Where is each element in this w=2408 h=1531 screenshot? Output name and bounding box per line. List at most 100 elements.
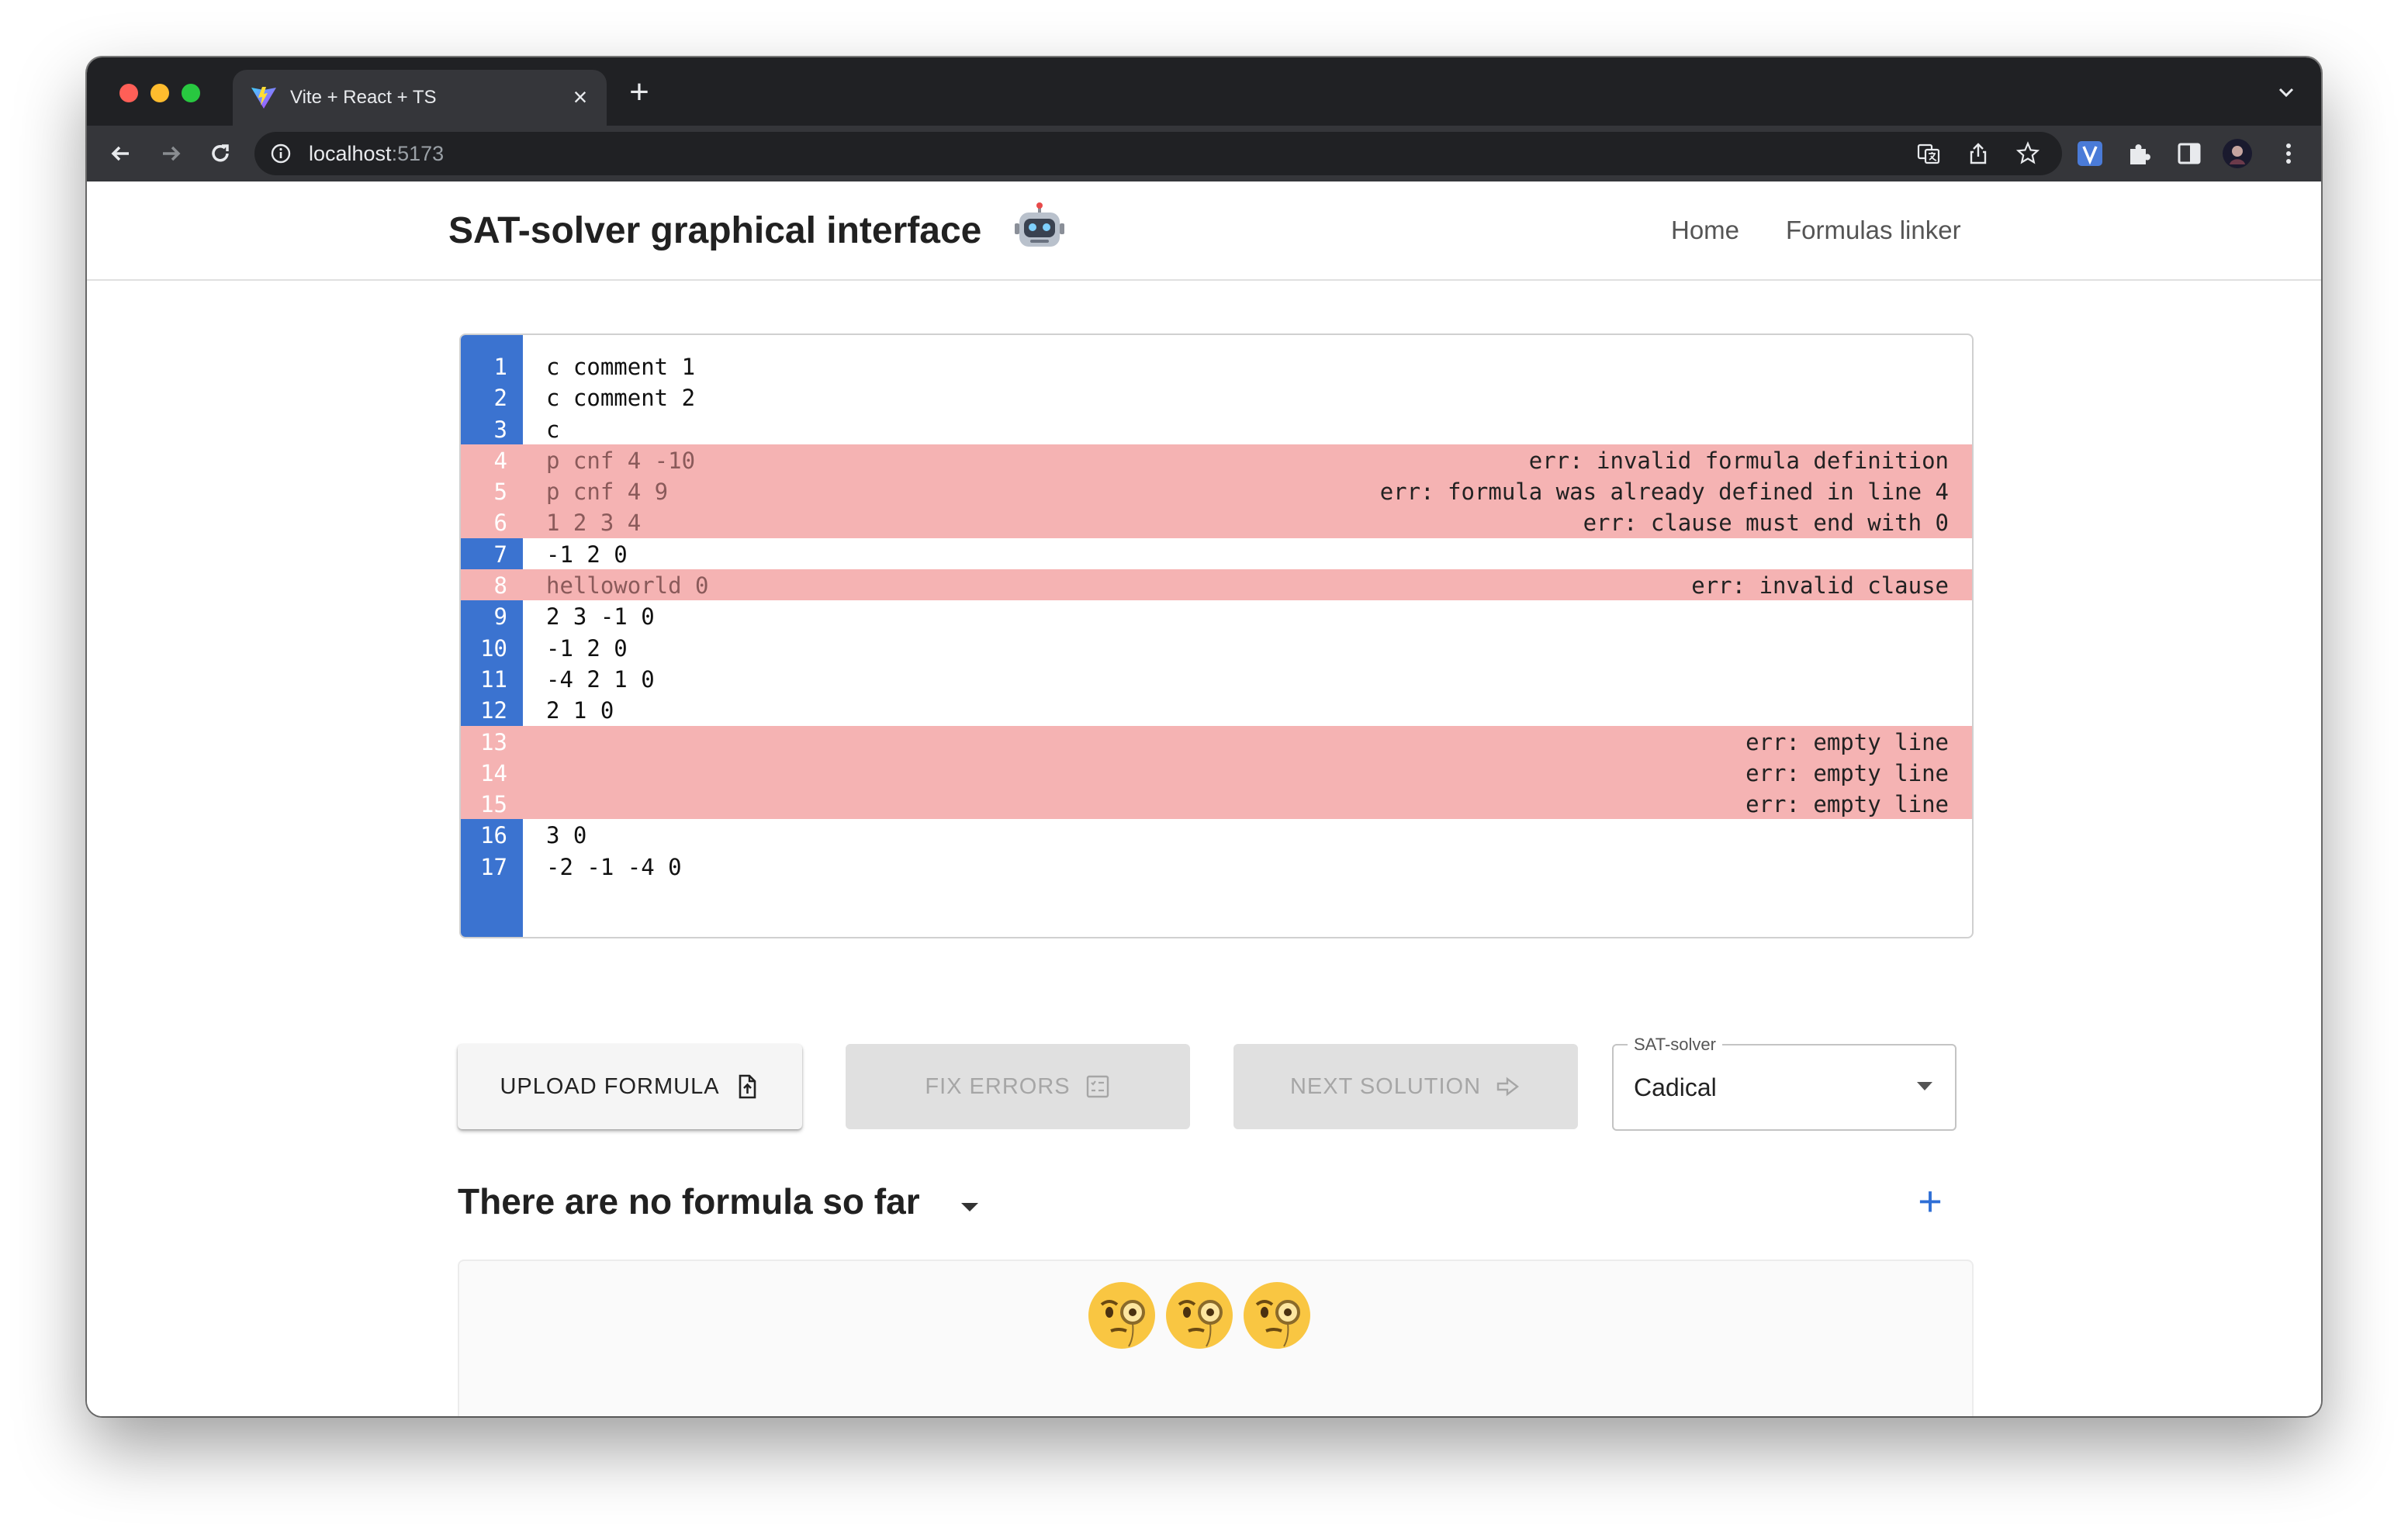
empty-state-emojis <box>1086 1280 1334 1350</box>
share-icon[interactable] <box>1966 141 1991 166</box>
sat-solver-value: Cadical <box>1634 1073 1717 1101</box>
sat-solver-label: SAT-solver <box>1628 1035 1722 1055</box>
editor-line[interactable]: 16 3 0 <box>461 819 1972 850</box>
star-icon[interactable] <box>2015 141 2040 166</box>
nav-home-link[interactable]: Home <box>1671 216 1739 245</box>
line-number: 16 <box>480 822 507 849</box>
line-error-message: err: empty line <box>1745 728 1949 755</box>
editor-line[interactable]: 10 -1 2 0 <box>461 632 1972 663</box>
chevron-down-icon[interactable] <box>2275 81 2298 104</box>
line-content: p cnf 4 9 <box>546 479 669 506</box>
reload-icon[interactable] <box>205 138 236 169</box>
line-number: 1 <box>493 354 507 380</box>
line-number: 3 <box>493 416 507 443</box>
line-content: helloworld 0 <box>546 572 709 600</box>
next-solution-label: NEXT SOLUTION <box>1289 1073 1482 1099</box>
address-bar[interactable]: localhost:5173 <box>254 132 2062 175</box>
forward-arrow-icon[interactable] <box>155 138 186 169</box>
url-host: localhost <box>309 142 392 165</box>
line-content: 2 1 0 <box>546 697 614 724</box>
line-content: -4 2 1 0 <box>546 665 655 693</box>
editor-line[interactable]: 2 c comment 2 <box>461 382 1972 413</box>
arrow-right-icon <box>1496 1077 1520 1097</box>
vite-logo-icon <box>251 87 276 109</box>
line-number: 6 <box>493 510 507 537</box>
editor-line-error[interactable]: 4 p cnf 4 -10 err: invalid formula definit… <box>461 444 1972 476</box>
add-formula-button[interactable]: + <box>1907 1179 1953 1225</box>
file-upload-icon <box>739 1074 756 1099</box>
line-number: 11 <box>480 665 507 693</box>
line-error-message: err: invalid clause <box>1691 572 1949 600</box>
app-title: SAT-solver graphical interface <box>448 210 982 251</box>
face-with-monocle-icon <box>1166 1282 1233 1349</box>
tab-title: Vite + React + TS <box>290 87 437 108</box>
back-arrow-icon[interactable] <box>106 138 137 169</box>
line-content: -1 2 0 <box>546 541 628 568</box>
side-panel-icon[interactable] <box>2174 138 2205 169</box>
editor-line-error[interactable]: 13 err: empty line <box>461 725 1972 757</box>
line-number: 17 <box>480 853 507 880</box>
profile-avatar-icon[interactable] <box>2222 138 2253 169</box>
editor-line-error[interactable]: 15 err: empty line <box>461 788 1972 820</box>
editor-line[interactable]: 9 2 3 -1 0 <box>461 600 1972 631</box>
line-number: 9 <box>493 603 507 631</box>
line-content: 2 3 -1 0 <box>546 603 655 631</box>
new-tab-button[interactable]: + <box>622 75 656 110</box>
line-number: 7 <box>493 541 507 568</box>
tab-bar: Vite + React + TS × + <box>87 57 2321 126</box>
face-with-monocle-icon <box>1244 1282 1310 1349</box>
translate-icon[interactable] <box>1916 141 1941 166</box>
editor-line[interactable]: 3c <box>461 413 1972 444</box>
editor-line[interactable]: 11 -4 2 1 0 <box>461 663 1972 694</box>
line-number: 10 <box>480 634 507 662</box>
tab-active[interactable]: Vite + React + TS × <box>233 70 607 126</box>
url-text: localhost:5173 <box>309 142 444 166</box>
sat-solver-select[interactable]: SAT-solver Cadical <box>1612 1035 1956 1131</box>
line-error-message: err: empty line <box>1745 791 1949 818</box>
line-number: 12 <box>480 697 507 724</box>
fix-errors-button[interactable]: FIX ERRORS <box>846 1044 1190 1129</box>
page-content: SAT-solver graphical interface Home Form… <box>87 181 2321 1416</box>
editor-line[interactable]: 12 2 1 0 <box>461 694 1972 725</box>
caret-down-icon[interactable] <box>960 1202 979 1213</box>
line-number: 15 <box>480 791 507 818</box>
close-tab-icon[interactable]: × <box>566 84 594 112</box>
editor-line-error[interactable]: 5 p cnf 4 9 err: formula was already defin… <box>461 475 1972 507</box>
line-content: 1 2 3 4 <box>546 510 642 537</box>
line-content: c comment 1 <box>546 354 696 380</box>
puzzle-icon[interactable] <box>2124 138 2155 169</box>
editor-lines: 1c comment 12c comment 23c4p cnf 4 -10 er… <box>461 351 1972 882</box>
close-window-button[interactable] <box>119 84 138 102</box>
formula-editor[interactable]: 1c comment 12c comment 23c4p cnf 4 -10 er… <box>459 334 1974 938</box>
line-number: 4 <box>493 447 507 474</box>
editor-line-error[interactable]: 8 helloworld 0 err: invalid clause <box>461 569 1972 601</box>
info-icon[interactable] <box>270 143 292 164</box>
minimize-window-button[interactable] <box>150 84 169 102</box>
maximize-window-button[interactable] <box>182 84 200 102</box>
formulas-heading[interactable]: There are no formula so far <box>458 1180 920 1222</box>
editor-line-error[interactable]: 6 1 2 3 4 err: clause must end with 0 <box>461 506 1972 538</box>
nav-formulas-linker-link[interactable]: Formulas linker <box>1786 216 1961 245</box>
browser-toolbar: localhost:5173 <box>87 126 2321 181</box>
editor-line[interactable]: 7 -1 2 0 <box>461 538 1972 569</box>
more-vertical-icon[interactable] <box>2273 138 2304 169</box>
line-content: 3 0 <box>546 822 587 849</box>
app-header: SAT-solver graphical interface Home Form… <box>87 181 2321 281</box>
editor-line[interactable]: 17 -2 -1 -4 0 <box>461 851 1972 882</box>
dropdown-caret-icon <box>1917 1082 1932 1090</box>
line-number: 8 <box>493 572 507 600</box>
line-content: c <box>546 416 560 443</box>
upload-formula-button[interactable]: UPLOAD FORMULA <box>458 1044 802 1129</box>
editor-line[interactable]: 1 c comment 1 <box>461 351 1972 382</box>
extension-v-icon[interactable] <box>2074 138 2105 169</box>
robot-icon <box>1015 202 1064 247</box>
line-error-message: err: formula was already defined in line… <box>1379 479 1949 506</box>
line-content: -2 -1 -4 0 <box>546 853 682 880</box>
upload-formula-label: UPLOAD FORMULA <box>500 1073 720 1099</box>
url-port: :5173 <box>391 142 445 165</box>
fix-errors-label: FIX ERRORS <box>925 1073 1071 1099</box>
editor-line-error[interactable]: 14 err: empty line <box>461 756 1972 789</box>
line-content: c comment 2 <box>546 385 696 412</box>
next-solution-button[interactable]: NEXT SOLUTION <box>1233 1044 1578 1129</box>
line-number: 14 <box>480 759 507 786</box>
